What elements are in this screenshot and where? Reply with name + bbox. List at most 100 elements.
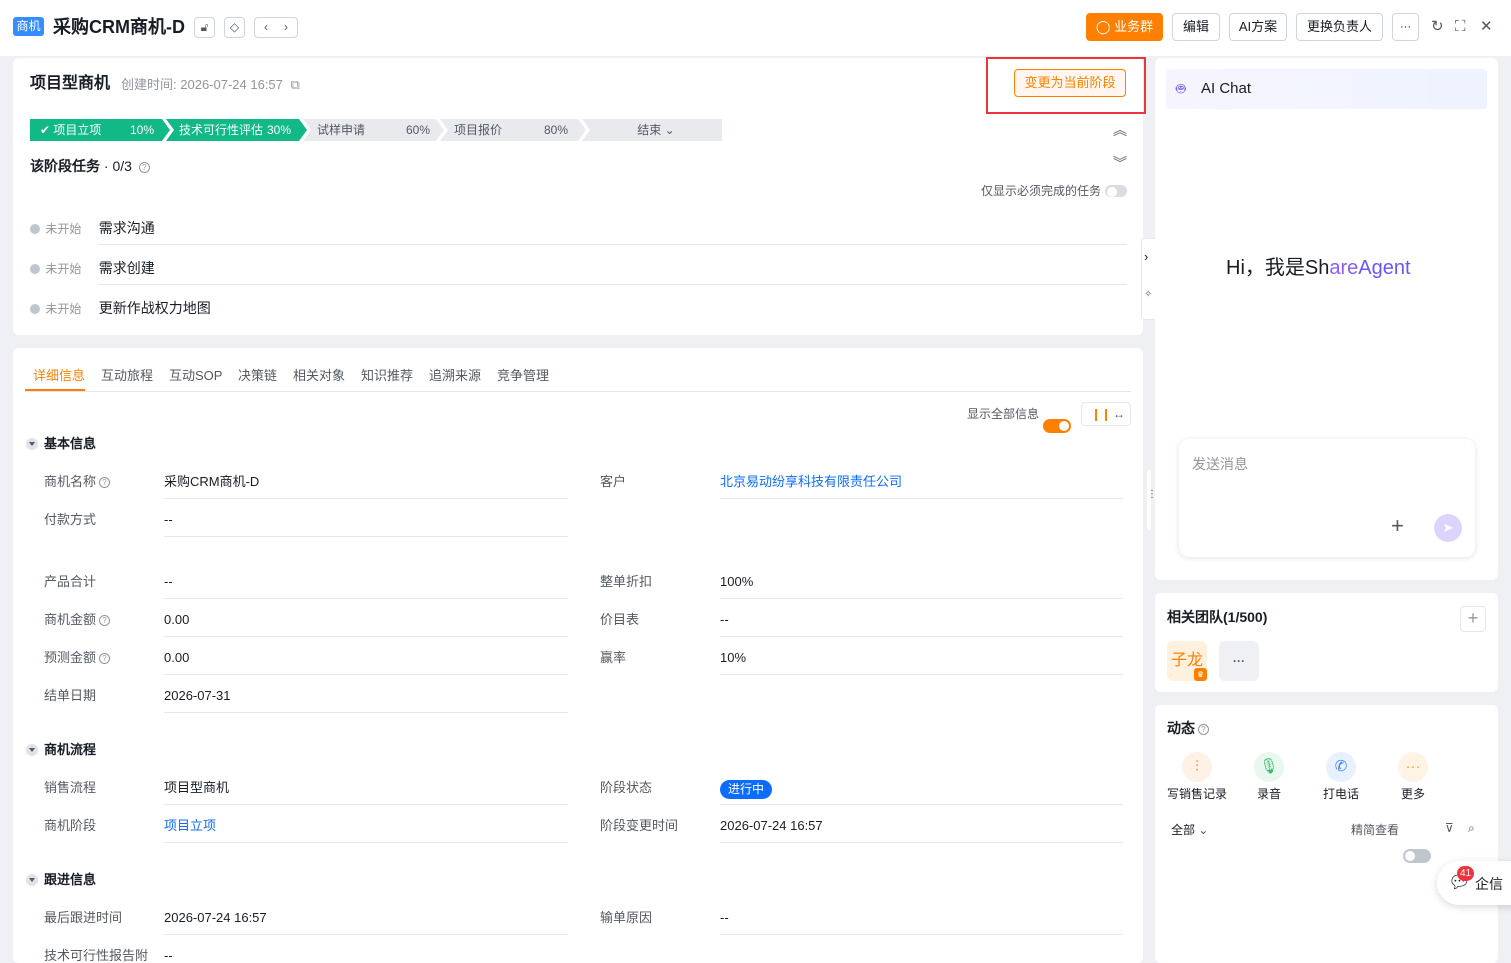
tab-related[interactable]: 相关对象 bbox=[293, 367, 345, 385]
field-value: 0.00 bbox=[164, 612, 190, 627]
collapse-up-icon[interactable]: ︽ bbox=[1113, 120, 1127, 140]
pin-icon[interactable]: ✧ bbox=[1144, 289, 1152, 300]
customer-link[interactable]: 北京易动纷享科技有限责任公司 bbox=[720, 473, 902, 491]
help-icon[interactable]: ? bbox=[1198, 724, 1209, 735]
prev-record-icon[interactable]: ‹ bbox=[256, 18, 276, 37]
chat-input-box[interactable]: 发送消息 + ➤ bbox=[1179, 439, 1475, 557]
field-label: 输单原因 bbox=[600, 910, 653, 925]
stage-step-end[interactable]: 结束 ⌄ bbox=[582, 119, 722, 141]
field-value: -- bbox=[164, 512, 173, 527]
tab-journey[interactable]: 互动旅程 bbox=[101, 367, 153, 385]
only-required-toggle[interactable] bbox=[1105, 185, 1127, 197]
next-record-icon[interactable]: › bbox=[276, 18, 296, 37]
stage-step-1[interactable]: ✔ 项目立项 10% bbox=[30, 119, 170, 141]
call-action[interactable]: ✆ 打电话 bbox=[1311, 752, 1371, 802]
record-nav: ‹ › bbox=[254, 17, 298, 38]
compact-view-toggle[interactable] bbox=[1403, 849, 1431, 863]
stage-step-4[interactable]: 项目报价 80% bbox=[440, 119, 586, 141]
field-label: 商机名称? bbox=[44, 473, 111, 491]
field-label: 阶段变更时间 bbox=[600, 818, 679, 833]
task-row[interactable]: 未开始 需求沟通 bbox=[30, 218, 155, 238]
caret-down-icon bbox=[26, 874, 38, 886]
stage-step-3[interactable]: 试样申请 60% bbox=[303, 119, 444, 141]
divider bbox=[98, 284, 1127, 285]
chat-input[interactable]: 发送消息 bbox=[1192, 454, 1248, 474]
field-label: 预测金额? bbox=[44, 649, 111, 667]
divider bbox=[164, 804, 568, 805]
robot-icon: 🤖︎ bbox=[1176, 81, 1186, 98]
scrollbar[interactable] bbox=[1147, 470, 1151, 530]
task-row[interactable]: 未开始 更新作战权力地图 bbox=[30, 298, 211, 318]
copy-icon[interactable]: ⧉ bbox=[291, 77, 300, 92]
task-row[interactable]: 未开始 需求创建 bbox=[30, 258, 155, 278]
field-label: 商机金额? bbox=[44, 611, 111, 629]
show-all-label: 显示全部信息 bbox=[967, 407, 1040, 421]
show-all-toggle[interactable] bbox=[1043, 419, 1071, 433]
add-member-icon[interactable]: + bbox=[1460, 606, 1486, 632]
lock-icon[interactable]: 🔓︎ bbox=[194, 17, 215, 38]
tab-sop[interactable]: 互动SOP bbox=[169, 367, 222, 385]
more-actions[interactable]: ··· 更多 bbox=[1383, 752, 1443, 802]
stage-tasks-title: 该阶段任务 · 0/3 ? bbox=[30, 156, 150, 176]
edit-button[interactable]: 编辑 bbox=[1172, 13, 1220, 41]
tab-decision-chain[interactable]: 决策链 bbox=[238, 367, 277, 385]
help-icon[interactable]: ? bbox=[99, 653, 111, 664]
search-icon[interactable]: ⌕ bbox=[1468, 821, 1475, 836]
field-value: 项目型商机 bbox=[164, 780, 230, 795]
help-icon[interactable]: ? bbox=[99, 615, 111, 626]
tab-competition[interactable]: 竞争管理 bbox=[497, 367, 549, 385]
more-dots-icon: ··· bbox=[1398, 752, 1428, 782]
business-group-button[interactable]: ◯ 业务群 bbox=[1086, 13, 1163, 41]
add-icon[interactable]: + bbox=[1391, 515, 1404, 537]
field-label: 价目表 bbox=[600, 612, 640, 627]
caret-down-icon bbox=[26, 744, 38, 756]
tab-knowledge[interactable]: 知识推荐 bbox=[361, 367, 413, 385]
divider bbox=[720, 674, 1123, 675]
divider bbox=[98, 244, 1127, 245]
more-button[interactable]: ··· bbox=[1392, 13, 1419, 41]
close-icon[interactable]: ✕ bbox=[1480, 17, 1493, 37]
stage-step-2[interactable]: 技术可行性评估 30% bbox=[166, 119, 307, 141]
activity-title: 动态? bbox=[1167, 719, 1209, 737]
unread-badge: 41 bbox=[1457, 866, 1475, 881]
chevron-down-icon: ⌄ bbox=[1198, 823, 1209, 837]
help-icon[interactable]: ? bbox=[138, 162, 150, 173]
change-stage-button[interactable]: 变更为当前阶段 bbox=[1014, 69, 1126, 97]
send-icon[interactable]: ➤ bbox=[1434, 514, 1462, 542]
stage-link[interactable]: 项目立项 bbox=[164, 817, 216, 835]
status-dot-icon bbox=[30, 264, 40, 274]
tab-detail[interactable]: 详细信息 bbox=[33, 367, 85, 385]
filter-all-dropdown[interactable]: 全部 ⌄ bbox=[1171, 822, 1208, 838]
write-record-action[interactable]: ⫶ 写销售记录 bbox=[1167, 752, 1227, 802]
divider bbox=[164, 842, 568, 843]
divider bbox=[720, 934, 1123, 935]
chevron-right-icon[interactable]: › bbox=[1144, 249, 1148, 264]
ai-plan-button[interactable]: AI方案 bbox=[1229, 13, 1287, 41]
caret-down-icon bbox=[26, 438, 38, 450]
help-icon[interactable]: ? bbox=[99, 477, 111, 488]
two-column-icon[interactable]: ❙❙ bbox=[1091, 403, 1111, 425]
more-members-button[interactable]: ··· bbox=[1219, 641, 1259, 681]
qixin-floating-button[interactable]: 💬︎ 企信 bbox=[1437, 861, 1511, 905]
field-value: 2026-07-31 bbox=[164, 688, 231, 703]
tab-source[interactable]: 追溯来源 bbox=[429, 367, 481, 385]
ai-greeting: Hi，我是ShareAgent bbox=[1226, 257, 1411, 279]
record-audio-action[interactable]: 🎙︎ 录音 bbox=[1239, 752, 1299, 802]
full-width-icon[interactable]: ↔ bbox=[1113, 403, 1125, 425]
fullscreen-icon[interactable]: ⛶ bbox=[1455, 17, 1466, 37]
section-opportunity-flow[interactable]: 商机流程 bbox=[26, 741, 96, 759]
divider bbox=[720, 498, 1123, 499]
status-badge: 进行中 bbox=[720, 780, 773, 799]
divider bbox=[164, 934, 568, 935]
section-basic-info[interactable]: 基本信息 bbox=[26, 435, 96, 453]
divider bbox=[164, 674, 568, 675]
ai-chat-title: AI Chat bbox=[1201, 80, 1252, 97]
refresh-icon[interactable]: ↻ bbox=[1431, 17, 1444, 37]
change-owner-button[interactable]: 更换负责人 bbox=[1296, 13, 1383, 41]
filter-icon[interactable]: ⊽ bbox=[1445, 821, 1454, 835]
field-label: 技术可行性报告附 bbox=[44, 948, 149, 963]
expand-down-icon[interactable]: ︾ bbox=[1113, 153, 1127, 173]
divider bbox=[164, 536, 568, 537]
section-follow-info[interactable]: 跟进信息 bbox=[26, 871, 96, 889]
tag-icon[interactable]: ◇ bbox=[224, 17, 245, 38]
